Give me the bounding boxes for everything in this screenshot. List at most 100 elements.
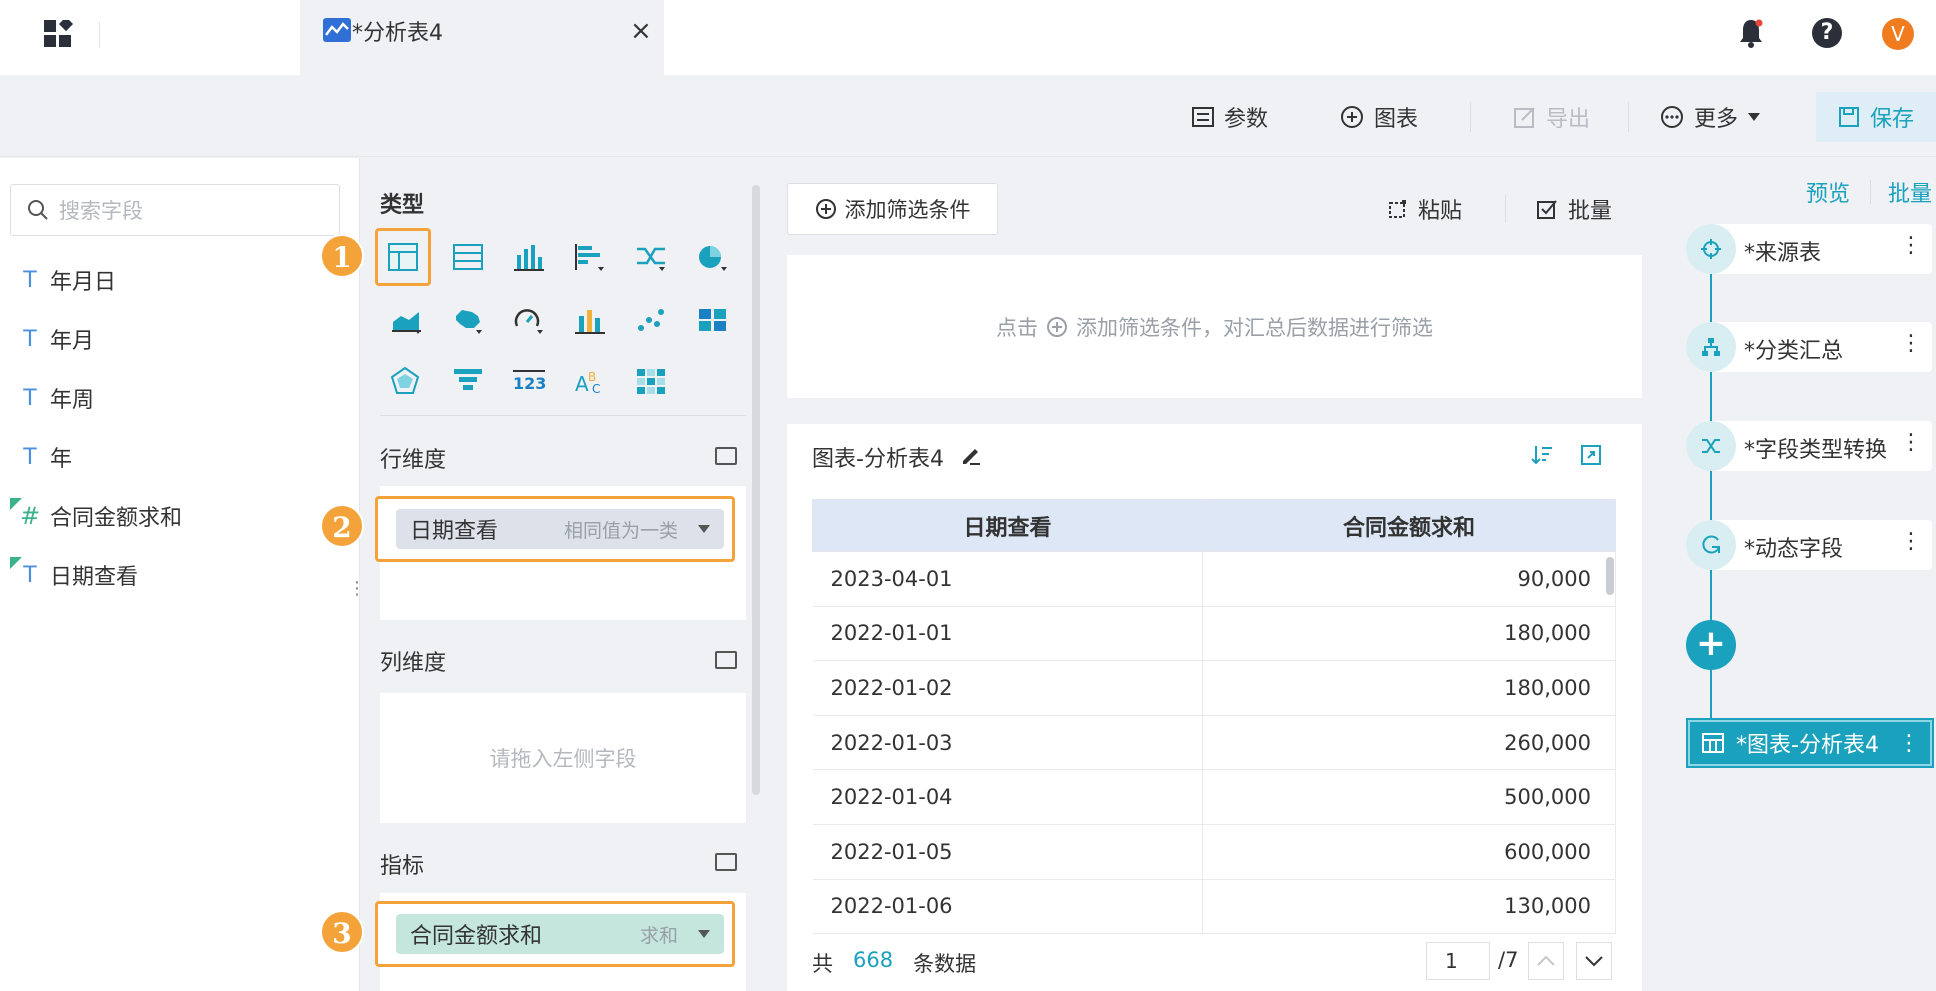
pill-label: 日期查看 xyxy=(410,519,499,544)
page-up-button[interactable] xyxy=(1528,942,1564,980)
amount-cell: 600,000 xyxy=(1202,824,1616,880)
pipeline-node-label: *分类汇总 xyxy=(1744,339,1844,364)
field-item[interactable]: T 年周 xyxy=(20,380,94,416)
crosstab-chart-icon[interactable] xyxy=(443,232,493,282)
caret-down-icon[interactable] xyxy=(698,930,710,938)
preview-link[interactable]: 预览 xyxy=(1806,176,1850,208)
caret-down-icon[interactable] xyxy=(698,525,710,533)
data-table: 日期查看 合同金额求和 2023-04-01 90,000 2022-01-01 1… xyxy=(812,499,1616,935)
area-chart-icon[interactable] xyxy=(382,295,432,345)
table-chart-icon[interactable] xyxy=(378,232,428,282)
field-item[interactable]: T 年 xyxy=(20,439,72,475)
page-down-button[interactable] xyxy=(1576,942,1612,980)
field-item[interactable]: T 日期查看 xyxy=(10,557,139,593)
kpi-number-icon[interactable]: 123 xyxy=(504,356,554,406)
row-dimension-pill[interactable]: 日期查看 相同值为一类 xyxy=(396,509,724,549)
filter-area[interactable]: 点击 添加筛选条件，对汇总后数据进行筛选 xyxy=(787,255,1642,398)
field-label: 日期查看 xyxy=(50,565,139,590)
clear-icon[interactable] xyxy=(715,853,737,871)
more-vertical-icon[interactable]: ⋮ xyxy=(1898,731,1920,756)
avatar[interactable]: V xyxy=(1882,18,1914,50)
pill-sub-label: 求和 xyxy=(639,924,678,947)
table-row[interactable]: 2022-01-01 180,000 xyxy=(812,606,1616,662)
help-icon[interactable]: ? xyxy=(1812,18,1842,48)
edit-icon[interactable] xyxy=(960,444,982,470)
search-input[interactable]: 搜索字段 xyxy=(10,184,340,236)
more-vertical-icon[interactable]: ⋮ xyxy=(1900,430,1922,455)
pipeline-node-chart[interactable]: *图表-分析表4 ⋮ xyxy=(1688,720,1932,766)
more-menu-button[interactable]: 更多 xyxy=(1660,100,1761,134)
pipeline-node-convert[interactable]: *字段类型转换 ⋮ xyxy=(1686,421,1932,471)
paste-icon xyxy=(1389,200,1406,218)
dashboard-chart-icon[interactable] xyxy=(688,295,738,345)
bar-chart-icon[interactable] xyxy=(504,232,554,282)
analysis-table-icon xyxy=(323,18,351,42)
batch-link[interactable]: 批量 xyxy=(1888,176,1932,208)
pipeline-node-dynamic[interactable]: *动态字段 ⋮ xyxy=(1686,520,1932,570)
step-badge: 1 xyxy=(320,234,364,278)
field-item[interactable]: T 年月 xyxy=(20,321,94,357)
scatter-chart-icon[interactable] xyxy=(626,295,676,345)
paste-button[interactable]: 粘贴 xyxy=(1388,193,1462,225)
clear-icon[interactable] xyxy=(715,447,737,465)
map-chart-icon[interactable] xyxy=(443,295,493,345)
gauge-chart-icon[interactable] xyxy=(504,295,554,345)
stacked-bar-icon[interactable] xyxy=(565,295,615,345)
heatmap-chart-icon[interactable] xyxy=(626,356,676,406)
horizontal-bar-chart-icon[interactable] xyxy=(565,232,615,282)
close-icon[interactable]: × xyxy=(630,16,652,46)
export-button[interactable]: 导出 xyxy=(1514,100,1590,134)
batch-filter-button[interactable]: 批量 xyxy=(1536,193,1612,225)
metric-pill[interactable]: 合同金额求和 求和 xyxy=(396,914,724,954)
clear-icon[interactable] xyxy=(715,651,737,669)
line-chart-icon[interactable] xyxy=(626,232,676,282)
column-header[interactable]: 合同金额求和 xyxy=(1202,499,1616,552)
field-item[interactable]: T 年月日 xyxy=(20,262,116,298)
divider xyxy=(1505,195,1506,223)
table-scrollbar[interactable] xyxy=(1606,557,1614,595)
radar-chart-icon[interactable] xyxy=(380,356,430,406)
column-dimension-dropzone[interactable]: 请拖入左侧字段 xyxy=(380,693,746,823)
total-pages: /7 xyxy=(1498,948,1519,972)
search-icon xyxy=(28,200,48,220)
table-row[interactable]: 2022-01-03 260,000 xyxy=(812,715,1616,771)
apps-grid-icon[interactable] xyxy=(44,16,74,50)
page-number-input[interactable]: 1 xyxy=(1426,942,1490,980)
add-chart-button[interactable]: 图表 xyxy=(1340,100,1418,134)
pie-chart-icon[interactable] xyxy=(688,232,738,282)
more-vertical-icon[interactable]: ⋮ xyxy=(1900,233,1922,258)
add-filter-button[interactable]: 添加筛选条件 xyxy=(787,183,998,235)
field-item[interactable]: # 合同金额求和 xyxy=(10,498,182,534)
pipeline-node-source[interactable]: *来源表 ⋮ xyxy=(1686,224,1932,274)
save-label: 保存 xyxy=(1869,107,1914,132)
pipeline-node-group[interactable]: *分类汇总 ⋮ xyxy=(1686,322,1932,372)
paste-label: 粘贴 xyxy=(1418,199,1463,224)
save-button[interactable]: 保存 xyxy=(1816,92,1936,142)
text-type-icon: T xyxy=(23,267,37,293)
column-header[interactable]: 日期查看 xyxy=(812,499,1203,552)
word-cloud-icon[interactable]: ABC xyxy=(565,356,615,406)
add-step-button[interactable]: + xyxy=(1686,620,1736,670)
params-button[interactable]: 参数 xyxy=(1192,100,1268,134)
count-prefix: 共 xyxy=(812,952,833,976)
more-vertical-icon[interactable]: ⋮ xyxy=(1900,331,1922,356)
svg-text:123: 123 xyxy=(513,374,546,393)
table-row[interactable]: 2022-01-02 180,000 xyxy=(812,660,1616,716)
more-vertical-icon[interactable]: ⋮ xyxy=(1900,529,1922,554)
pill-sub-label: 相同值为一类 xyxy=(563,519,678,542)
table-row[interactable]: 2022-01-06 130,000 xyxy=(812,879,1616,935)
fullscreen-icon[interactable] xyxy=(1580,444,1602,470)
amount-cell: 180,000 xyxy=(1202,660,1616,716)
row-count: 共 668 条数据 xyxy=(812,948,976,978)
type-section-title: 类型 xyxy=(380,193,425,218)
bell-icon[interactable] xyxy=(1738,18,1764,52)
field-label: 年月日 xyxy=(50,270,117,295)
table-row[interactable]: 2023-04-01 90,000 xyxy=(812,551,1616,607)
sort-icon[interactable] xyxy=(1531,444,1553,470)
funnel-chart-icon[interactable] xyxy=(443,356,493,406)
table-row[interactable]: 2022-01-04 500,000 xyxy=(812,769,1616,825)
table-row[interactable]: 2022-01-05 600,000 xyxy=(812,824,1616,880)
metric-highlight: 合同金额求和 求和 xyxy=(375,901,735,967)
scrollbar[interactable] xyxy=(752,185,760,795)
params-label: 参数 xyxy=(1224,107,1269,132)
